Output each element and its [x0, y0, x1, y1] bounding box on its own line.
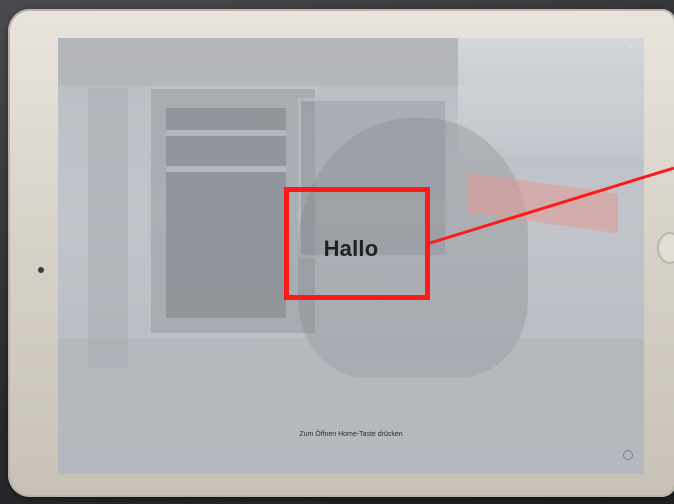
annotation-highlight-box	[284, 187, 430, 300]
photo-background: ▭ Hallo Zum Öffnen Home-Taste drücken	[0, 0, 674, 504]
battery-icon: ▭	[627, 43, 634, 50]
home-button-hint: Zum Öffnen Home-Taste drücken	[299, 431, 403, 438]
info-icon	[623, 450, 633, 460]
front-camera-icon	[38, 267, 44, 273]
